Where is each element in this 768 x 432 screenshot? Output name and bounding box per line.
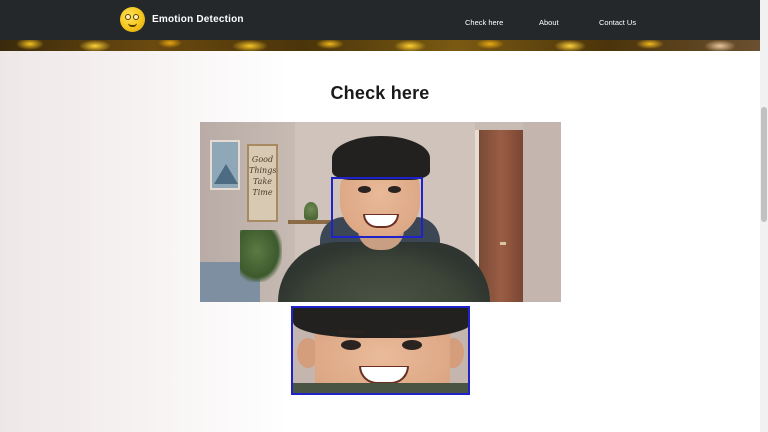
page-title: Check here — [330, 83, 430, 103]
nav-link-contact-us[interactable]: Contact Us — [599, 18, 636, 27]
sunflower-banner — [0, 40, 760, 51]
page: Emotion Detection Check here About Conta… — [0, 0, 760, 432]
brand[interactable]: Emotion Detection — [120, 7, 244, 32]
nav-link-about[interactable]: About — [539, 18, 559, 27]
face-detection-box — [331, 177, 423, 238]
motivational-poster: Good Things Take Time — [247, 144, 278, 222]
emoji-face-icon — [120, 7, 145, 32]
webcam-frame: Good Things Take Time — [200, 122, 561, 302]
brand-title: Emotion Detection — [152, 14, 244, 25]
plant — [240, 230, 282, 282]
scrollbar-thumb[interactable] — [761, 107, 767, 222]
mountain-poster — [210, 140, 240, 190]
navbar: Emotion Detection Check here About Conta… — [0, 0, 760, 40]
cropped-face-image — [291, 306, 470, 395]
vertical-scrollbar[interactable] — [760, 0, 768, 432]
nav-link-check-here[interactable]: Check here — [465, 18, 503, 27]
